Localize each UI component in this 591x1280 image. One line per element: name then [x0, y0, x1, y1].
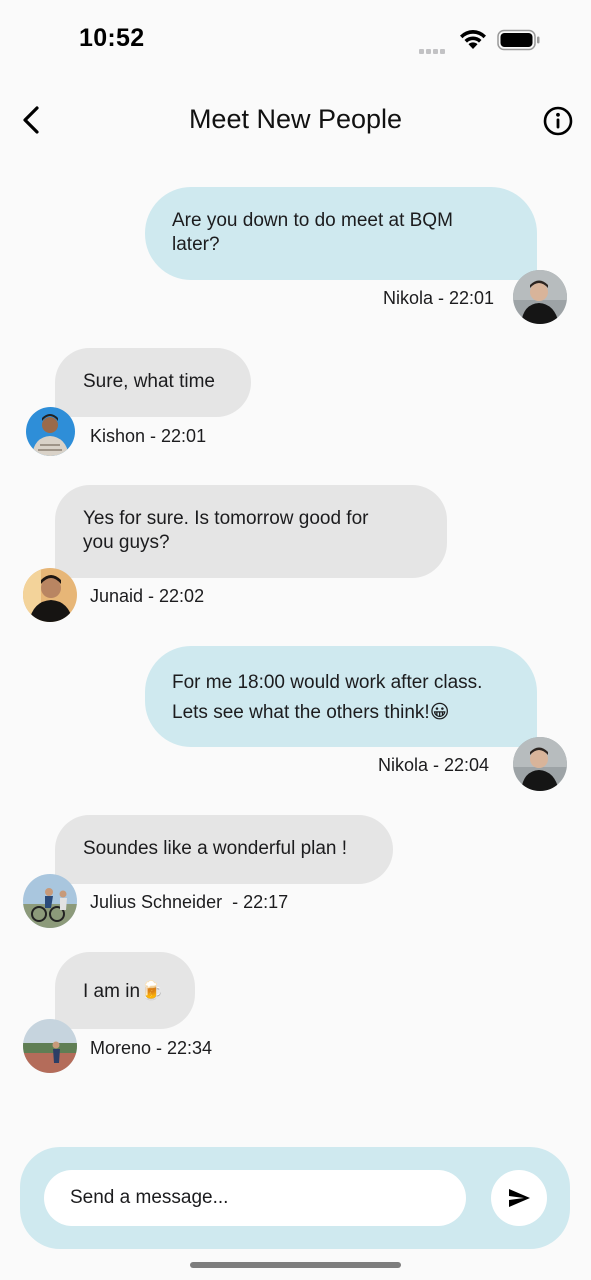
avatar[interactable] — [513, 737, 567, 791]
status-bar: 10:52 — [0, 0, 591, 80]
page-title: Meet New People — [188, 104, 403, 134]
message-bubble-incoming[interactable]: I am in🍺 — [55, 952, 195, 1029]
message-meta: Moreno - 22:34 — [90, 1038, 213, 1058]
wifi-icon — [460, 30, 486, 49]
message-text-line: Yes for sure. Is tomorrow good for — [83, 508, 369, 529]
message-text-line: Lets see what the others think!😀 — [172, 702, 450, 723]
message-input[interactable] — [44, 1170, 466, 1226]
battery-icon — [497, 29, 540, 51]
message-text-line: Sure, what time — [83, 371, 215, 392]
message-text-line: Soundes like a wonderful plan ! — [83, 838, 348, 859]
message-bubble-incoming[interactable]: Sure, what time — [55, 348, 251, 417]
send-button[interactable] — [491, 1170, 547, 1226]
info-circle-icon[interactable] — [542, 105, 574, 137]
message-text-line: I am in🍺 — [83, 981, 164, 1002]
message-meta: Nikola - 22:04 — [378, 755, 490, 775]
status-time: 10:52 — [79, 24, 145, 52]
cellular-signal-icon — [419, 41, 447, 59]
message-composer — [20, 1147, 570, 1249]
message-meta: Julius Schneider - 22:17 — [90, 892, 289, 912]
message-text-line: you guys? — [83, 532, 170, 553]
avatar[interactable] — [513, 270, 567, 324]
message-text-line: For me 18:00 would work after class. — [172, 672, 483, 693]
avatar[interactable] — [26, 407, 75, 456]
message-bubble-outgoing[interactable]: Are you down to do meet at BQM later? — [145, 187, 537, 280]
avatar[interactable] — [23, 568, 77, 622]
avatar[interactable] — [23, 1019, 77, 1073]
message-meta: Nikola - 22:01 — [383, 288, 495, 308]
avatar[interactable] — [23, 874, 77, 928]
message-meta: Kishon - 22:01 — [90, 426, 207, 446]
chat-header: Meet New People — [0, 90, 591, 150]
home-indicator — [190, 1262, 401, 1268]
message-bubble-outgoing[interactable]: For me 18:00 would work after class. Let… — [145, 646, 537, 747]
message-bubble-incoming[interactable]: Soundes like a wonderful plan ! — [55, 815, 393, 884]
message-text-line: later? — [172, 234, 220, 255]
message-text-line: Are you down to do meet at BQM — [172, 210, 453, 231]
message-bubble-incoming[interactable]: Yes for sure. Is tomorrow good for you g… — [55, 485, 447, 578]
send-icon — [509, 1189, 530, 1207]
message-meta: Junaid - 22:02 — [90, 586, 205, 606]
